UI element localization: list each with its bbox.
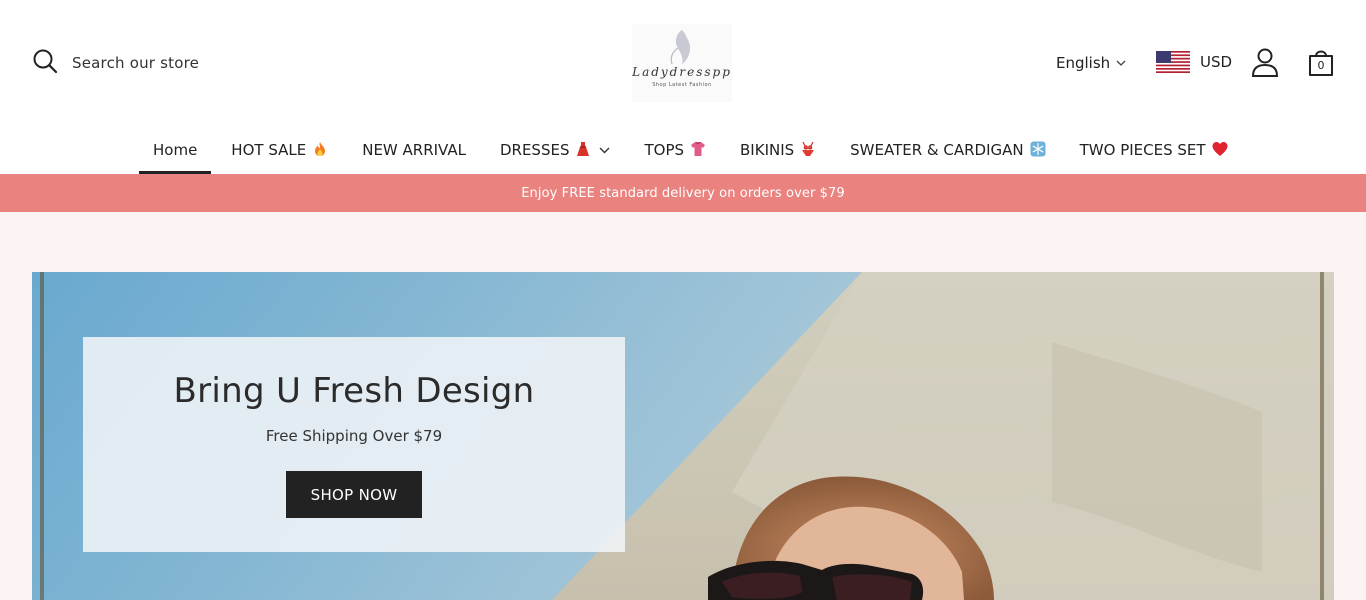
nav-item-new-arrival[interactable]: NEW ARRIVAL [348, 128, 480, 174]
site-header: Search our store Ladydresspp Shop Latest… [0, 0, 1366, 174]
nav-item-dresses[interactable]: DRESSES [486, 128, 625, 174]
cart-count: 0 [1317, 59, 1325, 72]
nav-label[interactable]: Home [153, 141, 197, 159]
chevron-down-icon[interactable] [599, 145, 610, 156]
hero-promo-card: Bring U Fresh Design Free Shipping Over … [83, 337, 625, 552]
logo-tagline: Shop Latest Fashion [652, 82, 712, 88]
fire-emoji-icon [315, 142, 326, 156]
heart-emoji-icon [1212, 142, 1228, 156]
nav-label[interactable]: SWEATER & CARDIGAN [850, 141, 1023, 159]
account-button[interactable] [1250, 46, 1280, 78]
nav-label[interactable]: TOPS [644, 141, 684, 159]
nav-label[interactable]: HOT SALE [231, 141, 306, 159]
nav-item-tops[interactable]: TOPS [630, 128, 720, 174]
bikini-emoji-icon [802, 141, 815, 156]
nav-label[interactable]: BIKINIS [740, 141, 794, 159]
nav-item-bikinis[interactable]: BIKINIS [726, 128, 830, 174]
nav-item-home[interactable]: Home [139, 128, 212, 174]
snowflake-emoji-icon [1030, 141, 1046, 157]
main-nav: Home HOT SALE NEW ARRIVAL DRESSES TOPS B… [139, 128, 1248, 174]
chevron-down-icon[interactable] [1116, 58, 1126, 68]
announcement-bar: Enjoy FREE standard delivery on orders o… [0, 174, 1366, 212]
currency-selector[interactable]: USD [1156, 49, 1232, 75]
hero-title: Bring U Fresh Design [173, 371, 535, 411]
nav-item-sweater-cardigan[interactable]: SWEATER & CARDIGAN [836, 128, 1059, 174]
nav-item-two-pieces-set[interactable]: TWO PIECES SET [1066, 128, 1242, 174]
user-icon[interactable] [1250, 46, 1280, 78]
nav-item-hot-sale[interactable]: HOT SALE [217, 128, 342, 174]
announcement-text: Enjoy FREE standard delivery on orders o… [521, 185, 845, 201]
nav-label[interactable]: NEW ARRIVAL [362, 141, 466, 159]
cart-button[interactable]: 0 [1306, 46, 1336, 78]
language-selector[interactable]: English [1056, 51, 1126, 75]
us-flag-icon [1156, 51, 1190, 73]
logo-wordmark: Ladydresspp [632, 65, 732, 79]
hero-subtitle: Free Shipping Over $79 [265, 427, 443, 445]
shirt-emoji-icon [691, 141, 706, 156]
store-logo[interactable]: Ladydresspp Shop Latest Fashion [632, 24, 732, 102]
hero-banner[interactable]: Bring U Fresh Design Free Shipping Over … [32, 272, 1334, 600]
nav-label[interactable]: DRESSES [500, 141, 570, 159]
logo-figure-icon [670, 30, 690, 65]
shop-now-button[interactable]: SHOP NOW [286, 471, 422, 518]
nav-label[interactable]: TWO PIECES SET [1080, 141, 1206, 159]
search-icon[interactable] [32, 48, 58, 78]
language-label[interactable]: English [1056, 54, 1110, 72]
search-bar[interactable]: Search our store [32, 48, 199, 78]
dress-emoji-icon [577, 142, 590, 156]
search-placeholder[interactable]: Search our store [72, 54, 199, 72]
currency-label[interactable]: USD [1200, 53, 1232, 71]
